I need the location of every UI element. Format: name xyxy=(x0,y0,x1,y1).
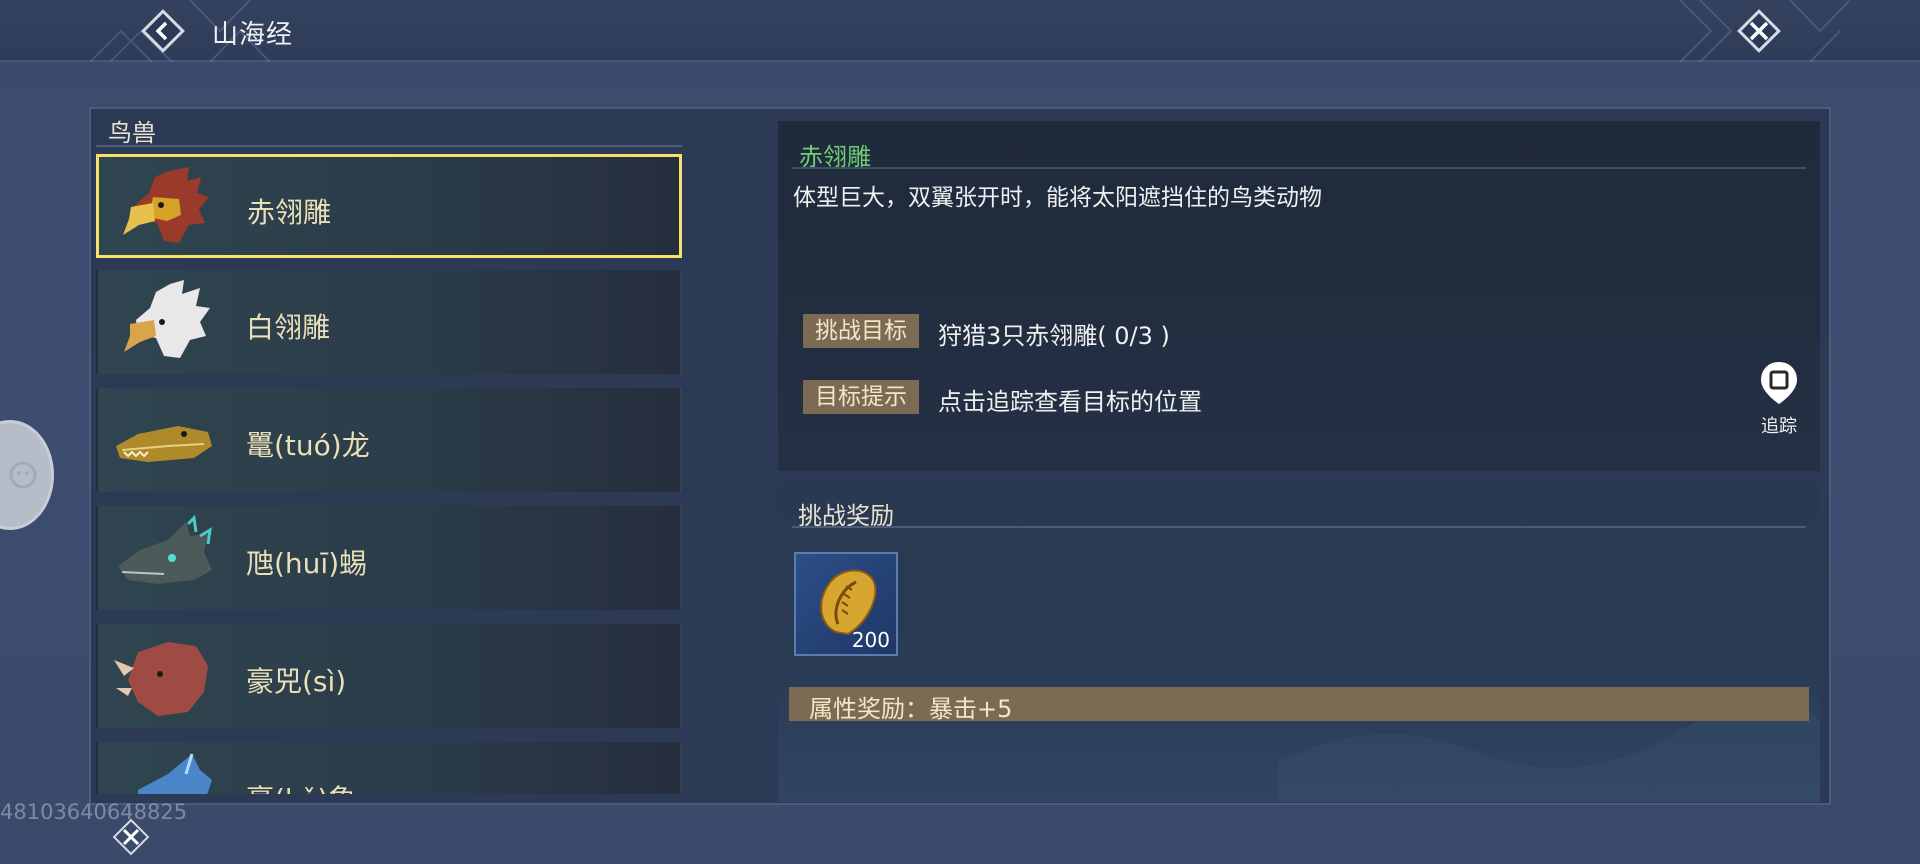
reward-panel xyxy=(778,482,1820,802)
list-item-label: 鼍(tuó)龙 xyxy=(246,429,370,462)
list-item-beast[interactable]: 虺(huī)蜴 xyxy=(96,506,682,610)
beast-list[interactable]: 赤翎雕 白翎雕 鼍(tuó)龙 虺(huī)蜴 豪兕(sì) xyxy=(96,152,686,794)
category-divider xyxy=(96,145,682,147)
close-icon xyxy=(1737,9,1781,53)
rhino-portrait xyxy=(114,642,208,716)
track-button[interactable]: 追踪 xyxy=(1756,360,1802,437)
attribute-reward-text: 属性奖励：暴击+5 xyxy=(809,695,1013,723)
list-item-label: 赤翎雕 xyxy=(247,196,332,229)
close-button[interactable] xyxy=(1736,8,1782,54)
reward-item-slot[interactable]: 200 xyxy=(794,552,898,656)
lizard-portrait xyxy=(118,514,212,584)
list-item-label: 白翎雕 xyxy=(246,311,331,344)
back-arrow-icon xyxy=(141,9,185,53)
list-item-beast[interactable]: 鼍(tuó)龙 xyxy=(96,388,682,492)
side-float-button[interactable] xyxy=(0,420,54,530)
top-bar: 山海经 xyxy=(0,0,1920,62)
list-item-beast[interactable]: 豪(kě)象 xyxy=(96,742,682,794)
list-item-label: 虺(huī)蜴 xyxy=(246,547,368,580)
crocodile-portrait xyxy=(116,426,212,462)
list-item-label: 豪兕(sì) xyxy=(246,665,347,698)
hint-text: 点击追踪查看目标的位置 xyxy=(938,388,1202,416)
hint-tag: 目标提示 xyxy=(803,380,919,414)
location-pin-icon xyxy=(1761,362,1797,404)
category-title: 鸟兽 xyxy=(108,119,156,147)
goal-text: 狩猎3只赤翎雕( 0/3 ) xyxy=(938,322,1170,350)
detail-description: 体型巨大，双翼张开时，能将太阳遮挡住的鸟类动物 xyxy=(793,185,1322,211)
back-button[interactable] xyxy=(140,8,186,54)
close-icon xyxy=(112,818,150,856)
reward-divider xyxy=(792,526,1806,528)
page-title: 山海经 xyxy=(212,20,294,50)
assistant-icon xyxy=(9,461,37,489)
list-item-label: 豪(kě)象 xyxy=(246,778,356,794)
list-item-beast[interactable]: 赤翎雕 xyxy=(96,154,682,258)
red-eagle-portrait xyxy=(123,167,209,243)
reward-bg-pattern xyxy=(1278,699,1820,802)
bottom-close-button[interactable] xyxy=(112,818,150,856)
detail-panel xyxy=(778,121,1820,471)
reward-count: 200 xyxy=(851,628,890,652)
white-eagle-portrait xyxy=(124,280,210,358)
watermark-id: 48103640648825 xyxy=(0,800,188,824)
goal-tag: 挑战目标 xyxy=(803,314,919,348)
list-item-beast[interactable]: 白翎雕 xyxy=(96,270,682,374)
attribute-reward-bar: 属性奖励：暴击+5 xyxy=(789,687,1809,723)
detail-divider xyxy=(792,167,1806,169)
track-label: 追踪 xyxy=(1761,416,1797,437)
blue-beast-portrait xyxy=(138,753,212,794)
list-item-beast[interactable]: 豪兕(sì) xyxy=(96,624,682,728)
